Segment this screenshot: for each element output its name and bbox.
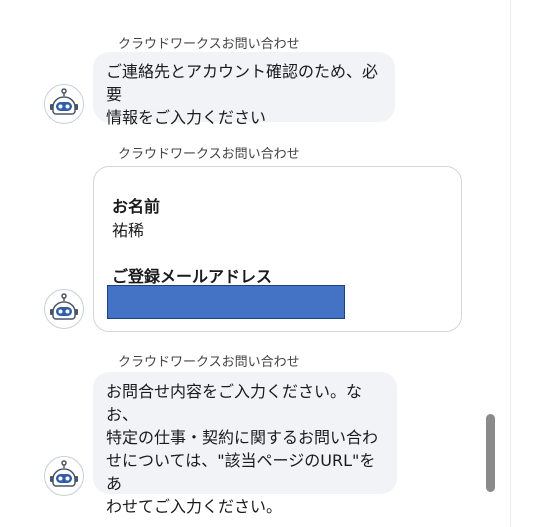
sender-name: クラウドワークスお問い合わせ <box>118 147 300 162</box>
message-line: わせてご入力ください。 <box>106 497 283 516</box>
email-label: ご登録メールアドレス <box>112 267 273 286</box>
message-bubble: ご連絡先とアカウント確認のため、必要 情報をご入力ください <box>93 52 395 127</box>
sender-name: クラウドワークスお問い合わせ <box>118 37 300 52</box>
bot-avatar <box>44 289 84 329</box>
message-bubble: お問合せ内容をご入力ください。なお、 特定の仕事・契約に関するお問い合わ せにつ… <box>93 372 397 516</box>
contact-info-card: お名前 祐稀 ご登録メールアドレス <box>93 166 462 332</box>
message-line: ご連絡先とアカウント確認のため、必要 <box>106 62 379 104</box>
message-line: せについては、"該当ページのURL"をあ <box>106 451 376 493</box>
message-line: 特定の仕事・契約に関するお問い合わ <box>106 428 379 447</box>
panel-divider <box>510 0 511 527</box>
message-line: お問合せ内容をご入力ください。なお、 <box>106 382 363 424</box>
bot-avatar <box>44 456 84 496</box>
bot-avatar <box>44 84 84 124</box>
name-value: 祐稀 <box>112 221 145 240</box>
email-value-redacted <box>107 285 345 319</box>
sender-name: クラウドワークスお問い合わせ <box>118 355 300 370</box>
name-label: お名前 <box>112 197 161 216</box>
scrollbar-thumb[interactable] <box>486 414 495 492</box>
message-line: 情報をご入力ください <box>106 108 267 127</box>
chat-thread: クラウドワークスお問い合わせ ご連絡先とアカウント確認のため、必要 情報をご入力… <box>0 0 510 527</box>
